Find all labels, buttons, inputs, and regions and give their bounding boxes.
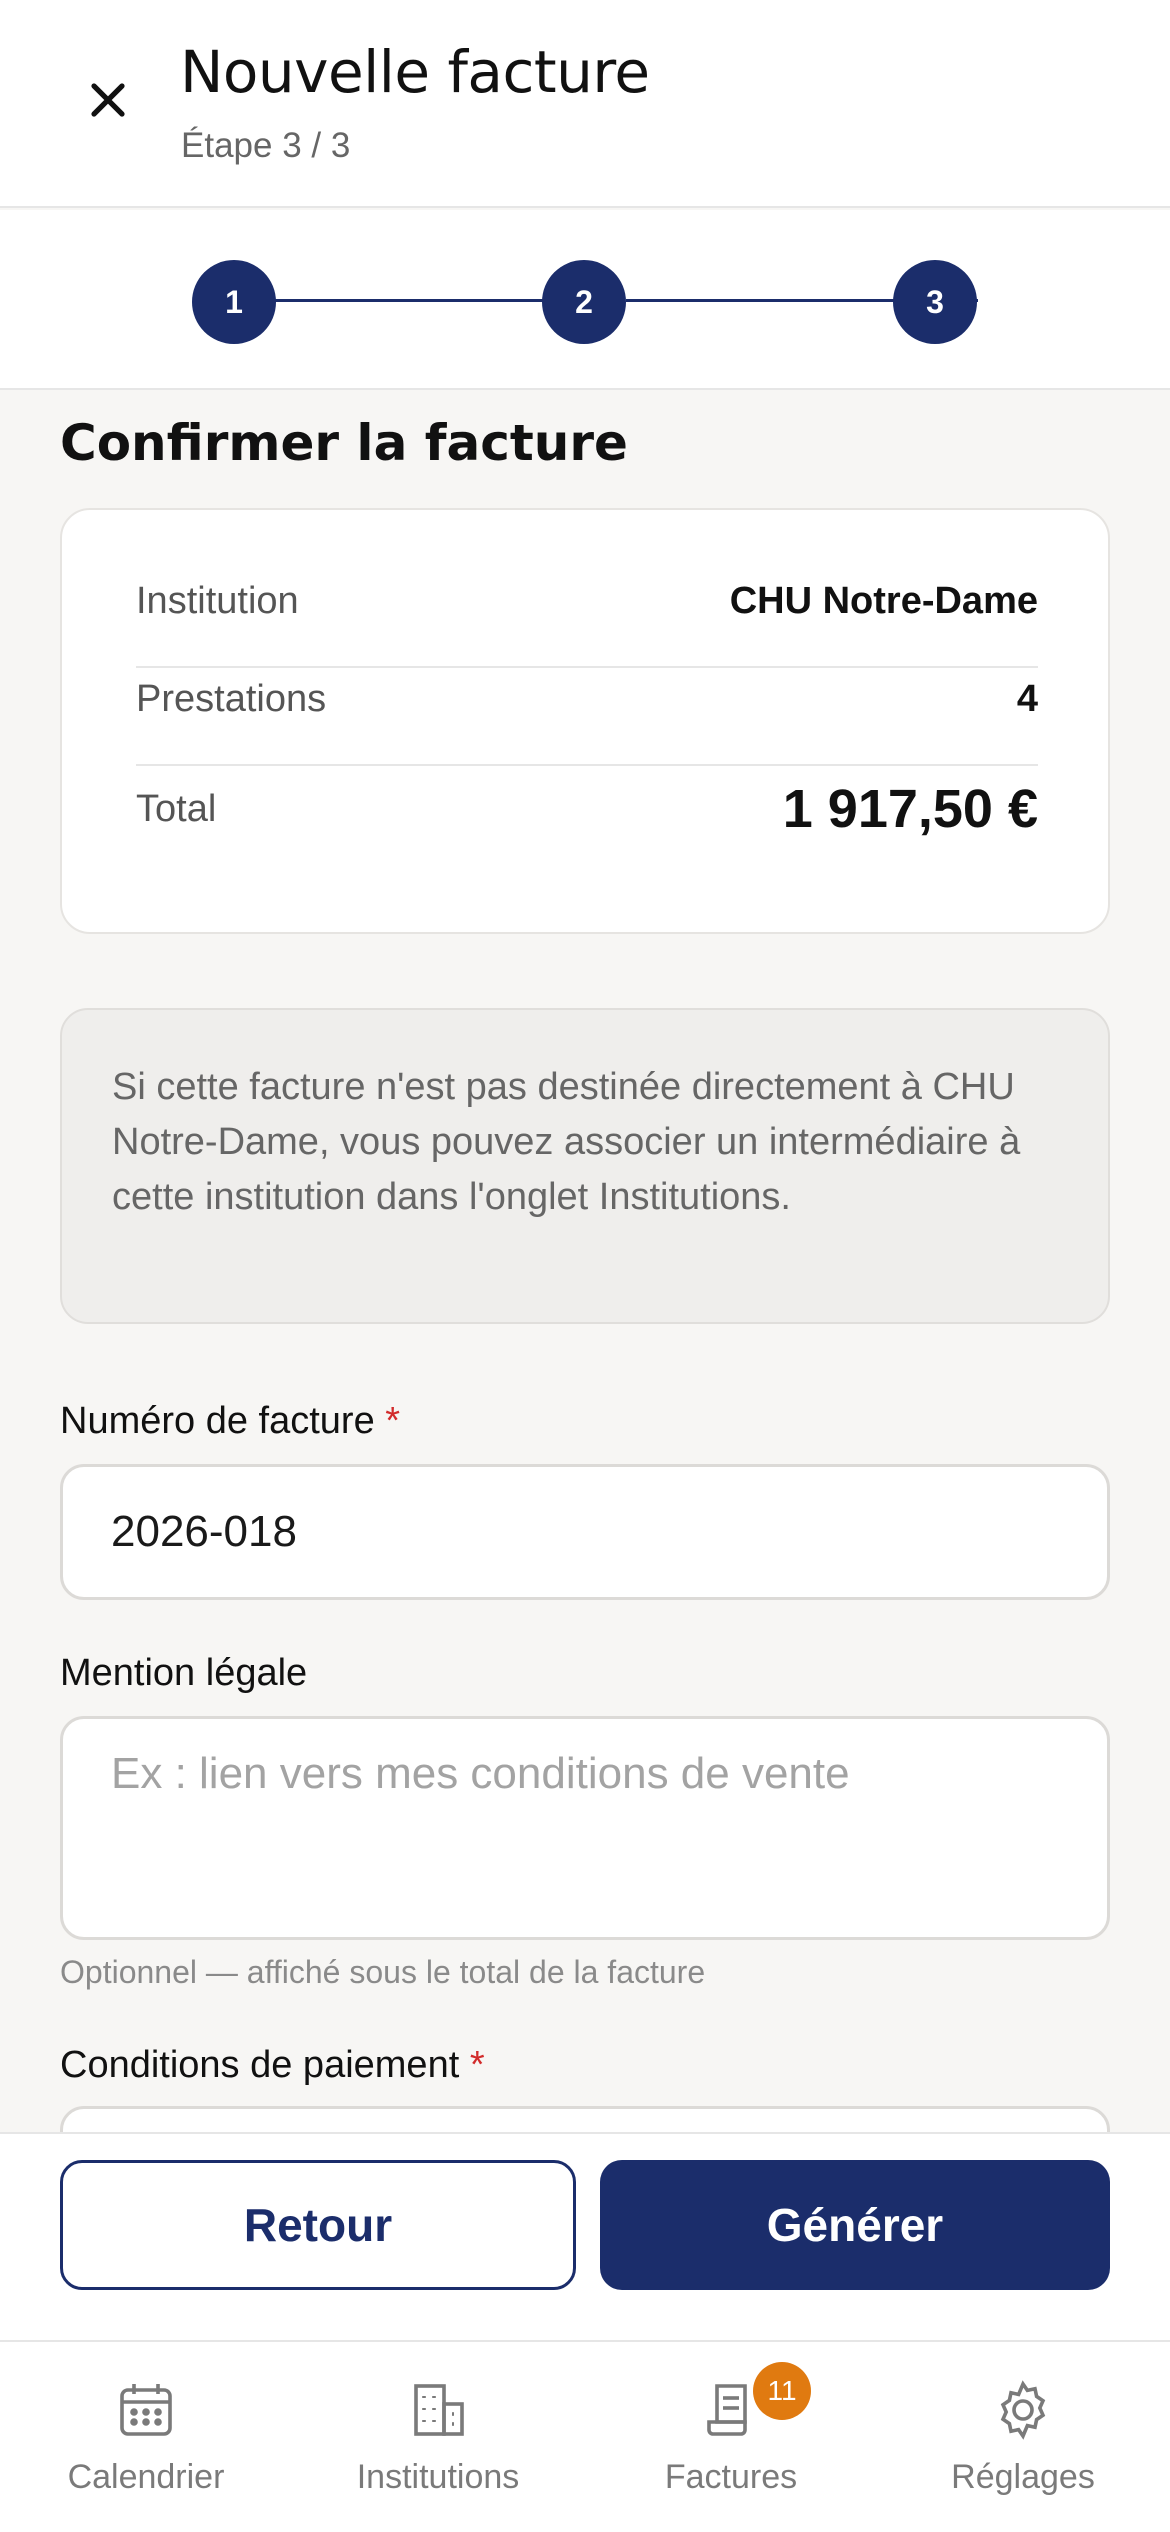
tab-settings[interactable]: Réglages	[877, 2342, 1169, 2532]
tab-label: Réglages	[951, 2458, 1095, 2496]
app-header: Nouvelle facture Étape 3 / 3	[0, 0, 1170, 208]
back-button[interactable]: Retour	[60, 2160, 576, 2290]
summary-row-institution: Institution CHU Notre-Dame	[136, 580, 1038, 623]
notification-badge: 11	[753, 2362, 811, 2420]
step-3: 3	[893, 260, 977, 344]
required-marker: *	[469, 2044, 485, 2086]
section-title: Confirmer la facture	[60, 414, 628, 472]
bottom-tab-bar: Calendrier Institutions Factures 11 Régl…	[0, 2340, 1170, 2532]
prestations-label: Prestations	[136, 678, 327, 720]
invoice-number-input[interactable]: 2026-018	[60, 1464, 1110, 1600]
calendar-icon	[120, 2384, 172, 2436]
step-2: 2	[542, 260, 626, 344]
required-marker: *	[385, 1400, 401, 1442]
legal-mention-label: Mention légale	[60, 1652, 308, 1694]
tab-invoices[interactable]: Factures 11	[585, 2342, 877, 2532]
building-icon	[414, 2384, 464, 2436]
divider	[136, 666, 1038, 668]
tab-label: Institutions	[356, 2458, 520, 2496]
legal-mention-hint: Optionnel — affiché sous le total de la …	[60, 1954, 706, 1990]
total-label: Total	[136, 787, 217, 830]
payment-conditions-label: Conditions de paiement *	[60, 2044, 485, 2086]
prestations-value: 4	[1016, 678, 1038, 720]
gear-icon	[1000, 2380, 1046, 2440]
institution-value: CHU Notre-Dame	[729, 580, 1038, 622]
tab-label: Calendrier	[67, 2458, 225, 2496]
step-connector	[234, 299, 586, 302]
institution-label: Institution	[136, 580, 299, 622]
tab-institutions[interactable]: Institutions	[292, 2342, 584, 2532]
step-indicator: Étape 3 / 3	[181, 126, 351, 165]
summary-row-total: Total 1 917,50 €	[136, 778, 1038, 840]
info-notice: Si cette facture n'est pas destinée dire…	[60, 1008, 1110, 1324]
close-icon	[91, 83, 125, 117]
tab-label: Factures	[664, 2458, 798, 2496]
summary-card: Institution CHU Notre-Dame Prestations 4…	[60, 508, 1110, 934]
invoice-number-label: Numéro de facture *	[60, 1400, 401, 1442]
step-1: 1	[192, 260, 276, 344]
action-bar: Retour Générer	[0, 2132, 1170, 2340]
summary-row-prestations: Prestations 4	[136, 678, 1038, 721]
total-value: 1 917,50 €	[782, 779, 1038, 839]
stepper: 1 2 3	[0, 210, 1170, 390]
close-button[interactable]	[70, 62, 146, 138]
page-title: Nouvelle facture	[180, 38, 650, 106]
divider	[136, 764, 1038, 766]
tab-calendar[interactable]: Calendrier	[0, 2342, 292, 2532]
legal-mention-textarea[interactable]: Ex : lien vers mes conditions de vente	[60, 1716, 1110, 1940]
generate-button[interactable]: Générer	[600, 2160, 1110, 2290]
